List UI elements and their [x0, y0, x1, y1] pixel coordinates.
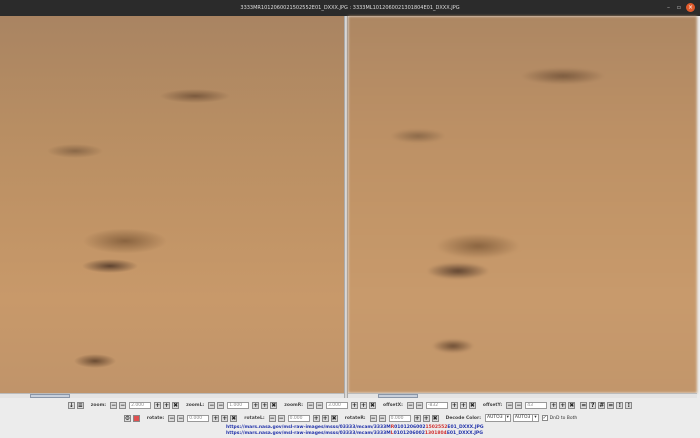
offsetX-input[interactable]: -832	[425, 401, 448, 409]
chevron-down-icon: ▾	[532, 415, 537, 421]
zoom-label: zoom:	[90, 402, 107, 408]
grid-button[interactable]: #	[598, 401, 606, 409]
rotate-reset[interactable]: ✖	[230, 414, 238, 422]
offsetX-plus-big[interactable]: +	[459, 401, 467, 409]
menu-icon[interactable]: ≡	[76, 401, 84, 409]
zoomL-input[interactable]: 1.000	[227, 401, 250, 409]
url-part: E01_DXXX.JPG	[446, 431, 483, 436]
rotateL-minus[interactable]: −	[277, 414, 285, 422]
zoomR-plus-big[interactable]: +	[360, 401, 368, 409]
offsetY-plus[interactable]: +	[550, 401, 558, 409]
rotate-minus[interactable]: −	[177, 414, 185, 422]
offsetY-minus[interactable]: −	[515, 401, 523, 409]
download-icon[interactable]: ↓	[67, 401, 75, 409]
scroll-thumb[interactable]	[30, 394, 70, 398]
title-bar: 3333MR1012060021502552E01_DXXX.JPG : 333…	[0, 0, 700, 16]
offsetY-plus-big[interactable]: +	[559, 401, 567, 409]
dnd-to-both-label: DnD to Both	[549, 415, 578, 421]
help-button[interactable]: ?	[589, 401, 597, 409]
rotateL-plus[interactable]: +	[312, 414, 320, 422]
zoomL-label: zoomL:	[186, 402, 205, 408]
rotateR-plus-big[interactable]: +	[422, 414, 430, 422]
offsetX-label: offsetX:	[383, 402, 403, 408]
zoomL-plus-big[interactable]: +	[261, 401, 269, 409]
zoom-minus[interactable]: −	[119, 401, 127, 409]
select-value: AUTO3	[514, 415, 531, 420]
zoomR-plus[interactable]: +	[351, 401, 359, 409]
toolbar-row-1: ↓ ≡ zoom: − − 2.000 + + ✖ zoomL: − − 1.0…	[0, 400, 700, 410]
equal-button[interactable]: =	[580, 401, 588, 409]
left-image-view[interactable]	[0, 16, 344, 393]
zoom-input[interactable]: 2.000	[129, 401, 152, 409]
url-part: https://mars.nasa.gov/msl-raw-images/mss…	[226, 425, 391, 430]
left-horizontal-scrollbar[interactable]	[0, 393, 344, 398]
zoomR-minus-big[interactable]: −	[307, 401, 315, 409]
zoomR-reset[interactable]: ✖	[369, 401, 377, 409]
rotateR-reset[interactable]: ✖	[431, 414, 439, 422]
rotateL-label: rotateL:	[244, 415, 265, 421]
chevron-down-icon: ▾	[504, 415, 509, 421]
align-button[interactable]: =	[607, 401, 615, 409]
offsetX-plus[interactable]: +	[450, 401, 458, 409]
rotate-plus[interactable]: +	[212, 414, 220, 422]
zoom-reset[interactable]: ✖	[172, 401, 180, 409]
rotateL-reset[interactable]: ✖	[330, 414, 338, 422]
scroll-thumb[interactable]	[378, 394, 418, 398]
rotate-label: rotate:	[146, 415, 165, 421]
zoomL-minus[interactable]: −	[217, 401, 225, 409]
decode-color-left-select[interactable]: AUTO3 ▾	[485, 414, 511, 422]
zoomL-plus[interactable]: +	[252, 401, 260, 409]
right-image-view[interactable]	[348, 16, 697, 393]
minimize-button[interactable]: –	[667, 4, 670, 12]
rotate-minus-big[interactable]: −	[168, 414, 176, 422]
left-image-url-link[interactable]: https://mars.nasa.gov/msl-raw-images/mss…	[226, 431, 483, 437]
split-button[interactable]: ⁝	[616, 401, 624, 409]
offsetX-minus[interactable]: −	[415, 401, 423, 409]
offsetY-minus-big[interactable]: −	[506, 401, 514, 409]
rotate-plus-big[interactable]: +	[221, 414, 229, 422]
rotateL-plus-big[interactable]: +	[321, 414, 329, 422]
url-part: E01_DXXX.JPG	[447, 425, 484, 430]
zoom-plus-big[interactable]: +	[163, 401, 171, 409]
toolbar-row-2: ⚙ rotate: − − 0.000 + + ✖ rotateL: − − 0…	[0, 413, 700, 423]
zoomR-minus[interactable]: −	[316, 401, 324, 409]
color-icon[interactable]	[132, 414, 140, 422]
rotateL-input[interactable]: 0.000	[287, 414, 310, 422]
right-horizontal-scrollbar[interactable]	[348, 393, 697, 398]
offsetX-minus-big[interactable]: −	[406, 401, 414, 409]
offsetY-reset[interactable]: ✖	[568, 401, 576, 409]
rotateR-minus-big[interactable]: −	[369, 414, 377, 422]
close-button[interactable]: ×	[686, 3, 695, 12]
rotateR-label: rotateR:	[344, 415, 366, 421]
offsetY-input[interactable]: 43	[525, 401, 548, 409]
zoomR-input[interactable]: 3.000	[326, 401, 349, 409]
rotateR-input[interactable]: 0.000	[388, 414, 411, 422]
gear-icon[interactable]: ⚙	[123, 414, 131, 422]
split-button-2[interactable]: ⁝	[625, 401, 633, 409]
zoomR-label: zoomR:	[284, 402, 304, 408]
window-title: 3333MR1012060021502552E01_DXXX.JPG : 333…	[240, 5, 460, 11]
zoomL-reset[interactable]: ✖	[270, 401, 278, 409]
rotateR-minus[interactable]: −	[378, 414, 386, 422]
url-part: https://mars.nasa.gov/msl-raw-images/mss…	[226, 431, 391, 436]
url-part: 1502552	[425, 425, 448, 430]
zoomL-minus-big[interactable]: −	[208, 401, 216, 409]
url-part: 0101206002	[393, 431, 425, 436]
offsetY-label: offsetY:	[482, 402, 503, 408]
decode-color-label: Decode Color:	[445, 415, 482, 421]
maximize-button[interactable]: ▫	[677, 4, 681, 12]
rotateL-minus-big[interactable]: −	[268, 414, 276, 422]
dnd-to-both-checkbox[interactable]: ✓	[541, 415, 548, 421]
rotateR-plus[interactable]: +	[413, 414, 421, 422]
offsetX-reset[interactable]: ✖	[468, 401, 476, 409]
select-value: AUTO3	[487, 415, 503, 420]
zoom-plus[interactable]: +	[154, 401, 162, 409]
url-part: 1301804	[424, 431, 447, 436]
rotate-input[interactable]: 0.000	[187, 414, 210, 422]
url-part: 0101206002	[394, 425, 426, 430]
zoom-minus-big[interactable]: −	[110, 401, 118, 409]
decode-color-right-select[interactable]: AUTO3 ▾	[512, 414, 539, 422]
